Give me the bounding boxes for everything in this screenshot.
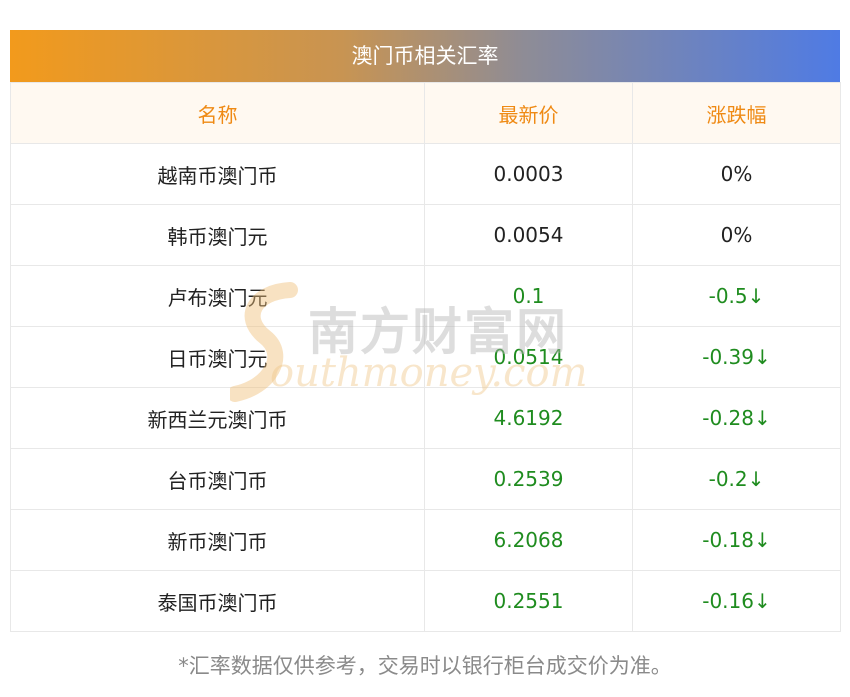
table-title: 澳门币相关汇率 [10, 30, 840, 82]
table-row: 新币澳门币 6.2068 -0.18↓ [10, 509, 841, 571]
exchange-rate-card: 澳门币相关汇率 名称 最新价 涨跌幅 越南币澳门币 0.0003 0% 韩币澳门… [10, 30, 841, 632]
latest-price: 0.2539 [424, 448, 633, 510]
currency-pair-name: 日币澳门元 [10, 326, 425, 388]
currency-pair-name: 泰国币澳门币 [10, 570, 425, 632]
price-change: -0.5↓ [632, 265, 841, 327]
column-header-name: 名称 [10, 82, 425, 144]
column-header-change: 涨跌幅 [632, 82, 841, 144]
latest-price: 0.1 [424, 265, 633, 327]
table-row: 新西兰元澳门币 4.6192 -0.28↓ [10, 387, 841, 449]
latest-price: 6.2068 [424, 509, 633, 571]
latest-price: 0.2551 [424, 570, 633, 632]
latest-price: 0.0003 [424, 143, 633, 205]
price-change: 0% [632, 143, 841, 205]
latest-price: 0.0054 [424, 204, 633, 266]
latest-price: 0.0514 [424, 326, 633, 388]
currency-pair-name: 越南币澳门币 [10, 143, 425, 205]
table-row: 韩币澳门元 0.0054 0% [10, 204, 841, 266]
table-row: 台币澳门币 0.2539 -0.2↓ [10, 448, 841, 510]
table-row: 卢布澳门元 0.1 -0.5↓ [10, 265, 841, 327]
price-change: -0.18↓ [632, 509, 841, 571]
currency-pair-name: 新西兰元澳门币 [10, 387, 425, 449]
latest-price: 4.6192 [424, 387, 633, 449]
price-change: -0.39↓ [632, 326, 841, 388]
table-row: 日币澳门元 0.0514 -0.39↓ [10, 326, 841, 388]
price-change: -0.2↓ [632, 448, 841, 510]
currency-pair-name: 卢布澳门元 [10, 265, 425, 327]
exchange-rate-table: 名称 最新价 涨跌幅 越南币澳门币 0.0003 0% 韩币澳门元 0.0054… [10, 82, 841, 632]
currency-pair-name: 新币澳门币 [10, 509, 425, 571]
column-header-price: 最新价 [424, 82, 633, 144]
table-header-row: 名称 最新价 涨跌幅 [10, 82, 841, 144]
price-change: -0.16↓ [632, 570, 841, 632]
disclaimer-footnote: *汇率数据仅供参考，交易时以银行柜台成交价为准。 [178, 654, 672, 678]
currency-pair-name: 韩币澳门元 [10, 204, 425, 266]
table-row: 越南币澳门币 0.0003 0% [10, 143, 841, 205]
price-change: 0% [632, 204, 841, 266]
price-change: -0.28↓ [632, 387, 841, 449]
table-row: 泰国币澳门币 0.2551 -0.16↓ [10, 570, 841, 632]
currency-pair-name: 台币澳门币 [10, 448, 425, 510]
